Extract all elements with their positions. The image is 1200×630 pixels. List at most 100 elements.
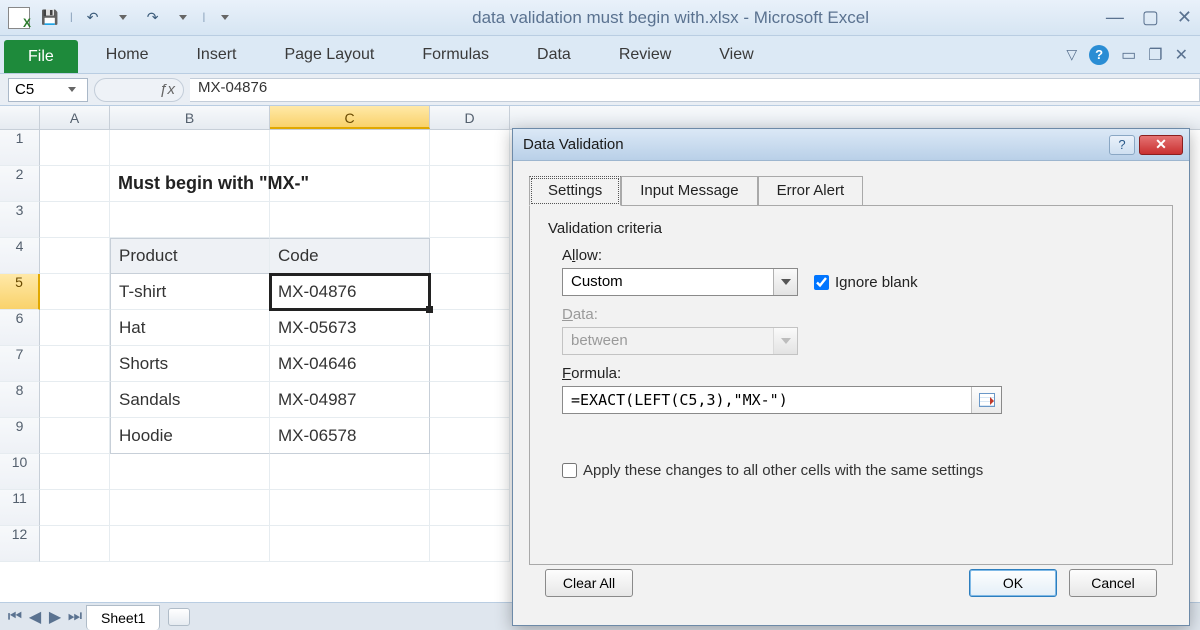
row-header[interactable]: 5 (0, 274, 40, 310)
redo-icon[interactable]: ↷ (143, 8, 163, 28)
tab-home[interactable]: Home (82, 36, 173, 73)
apply-to-all-input[interactable] (562, 463, 577, 478)
cell[interactable] (110, 202, 270, 238)
col-header-c[interactable]: C (270, 106, 430, 129)
table-cell[interactable]: MX-04987 (270, 382, 430, 418)
ignore-blank-input[interactable] (814, 275, 829, 290)
minimize-icon[interactable]: — (1106, 7, 1124, 28)
cell[interactable] (40, 346, 110, 382)
heading-cell[interactable]: Must begin with "MX-" (110, 166, 270, 202)
cell[interactable] (430, 202, 510, 238)
dialog-help-icon[interactable]: ? (1109, 135, 1135, 155)
row-header[interactable]: 3 (0, 202, 40, 238)
row-header[interactable]: 8 (0, 382, 40, 418)
undo-dropdown-icon[interactable] (113, 8, 133, 28)
apply-to-all-checkbox[interactable]: Apply these changes to all other cells w… (562, 462, 1154, 479)
doc-minimize-icon[interactable]: ▭ (1121, 45, 1136, 65)
qat-customize-icon[interactable] (215, 8, 235, 28)
cell[interactable] (110, 490, 270, 526)
doc-close-icon[interactable]: ✕ (1175, 45, 1188, 65)
save-icon[interactable]: 💾 (40, 8, 60, 28)
tab-nav-first-icon[interactable]: ⏮ (6, 608, 24, 626)
cell[interactable] (270, 166, 430, 202)
tab-formulas[interactable]: Formulas (398, 36, 513, 73)
tab-page-layout[interactable]: Page Layout (260, 36, 398, 73)
insert-sheet-icon[interactable] (168, 608, 190, 626)
allow-combo[interactable]: Custom (562, 268, 798, 296)
cell[interactable] (270, 454, 430, 490)
cell[interactable] (40, 238, 110, 274)
close-icon[interactable]: ✕ (1177, 7, 1192, 28)
row-header[interactable]: 6 (0, 310, 40, 346)
cell[interactable] (40, 202, 110, 238)
file-tab[interactable]: File (4, 40, 78, 73)
clear-all-button[interactable]: Clear All (545, 569, 633, 597)
tab-data[interactable]: Data (513, 36, 595, 73)
cell[interactable] (110, 130, 270, 166)
cell[interactable] (270, 130, 430, 166)
undo-icon[interactable]: ↶ (83, 8, 103, 28)
table-header[interactable]: Product (110, 238, 270, 274)
table-cell[interactable]: MX-04646 (270, 346, 430, 382)
row-header[interactable]: 4 (0, 238, 40, 274)
formula-input[interactable]: =EXACT(LEFT(C5,3),"MX-") (563, 387, 971, 413)
cell[interactable] (110, 454, 270, 490)
ok-button[interactable]: OK (969, 569, 1057, 597)
allow-dropdown-icon[interactable] (773, 269, 797, 295)
cell[interactable] (270, 526, 430, 562)
tab-review[interactable]: Review (595, 36, 695, 73)
cancel-button[interactable]: Cancel (1069, 569, 1157, 597)
sheet-tab-1[interactable]: Sheet1 (86, 605, 160, 630)
table-cell[interactable]: Shorts (110, 346, 270, 382)
table-cell[interactable]: MX-06578 (270, 418, 430, 454)
tab-nav-last-icon[interactable]: ⏭ (66, 608, 84, 626)
row-header[interactable]: 11 (0, 490, 40, 526)
row-header[interactable]: 12 (0, 526, 40, 562)
table-header[interactable]: Code (270, 238, 430, 274)
cell[interactable] (40, 382, 110, 418)
formula-input[interactable]: MX-04876 (190, 78, 1200, 102)
tab-settings[interactable]: Settings (529, 176, 621, 206)
cell[interactable] (40, 130, 110, 166)
redo-dropdown-icon[interactable] (173, 8, 193, 28)
table-cell[interactable]: Hoodie (110, 418, 270, 454)
cell[interactable] (40, 454, 110, 490)
select-all-corner[interactable] (0, 106, 40, 129)
col-header-a[interactable]: A (40, 106, 110, 129)
cell[interactable] (430, 274, 510, 310)
row-header[interactable]: 10 (0, 454, 40, 490)
cell[interactable] (270, 490, 430, 526)
dialog-close-icon[interactable]: ✕ (1139, 135, 1183, 155)
maximize-icon[interactable]: ▢ (1142, 7, 1159, 28)
table-cell[interactable]: MX-05673 (270, 310, 430, 346)
fx-button[interactable]: ƒx (94, 78, 184, 102)
row-header[interactable]: 9 (0, 418, 40, 454)
col-header-d[interactable]: D (430, 106, 510, 129)
row-header[interactable]: 2 (0, 166, 40, 202)
active-cell[interactable]: MX-04876 (270, 274, 430, 310)
table-cell[interactable]: Hat (110, 310, 270, 346)
cell[interactable] (40, 418, 110, 454)
cell[interactable] (430, 346, 510, 382)
cell[interactable] (430, 454, 510, 490)
table-cell[interactable]: T-shirt (110, 274, 270, 310)
cell[interactable] (40, 274, 110, 310)
ignore-blank-checkbox[interactable]: Ignore blank (814, 274, 918, 291)
dialog-titlebar[interactable]: Data Validation ? ✕ (513, 129, 1189, 161)
cell[interactable] (40, 310, 110, 346)
help-icon[interactable]: ? (1089, 45, 1109, 65)
doc-restore-icon[interactable]: ❐ (1148, 45, 1162, 65)
cell[interactable] (430, 382, 510, 418)
tab-view[interactable]: View (695, 36, 777, 73)
cell[interactable] (270, 202, 430, 238)
tab-error-alert[interactable]: Error Alert (758, 176, 864, 206)
cell[interactable] (430, 418, 510, 454)
cell[interactable] (40, 166, 110, 202)
cell[interactable] (430, 166, 510, 202)
cell[interactable] (430, 238, 510, 274)
excel-icon[interactable] (8, 7, 30, 29)
name-box-dropdown-icon[interactable] (63, 81, 81, 99)
row-header[interactable]: 1 (0, 130, 40, 166)
ribbon-collapse-icon[interactable]: ▽ (1066, 46, 1077, 63)
cell[interactable] (40, 526, 110, 562)
